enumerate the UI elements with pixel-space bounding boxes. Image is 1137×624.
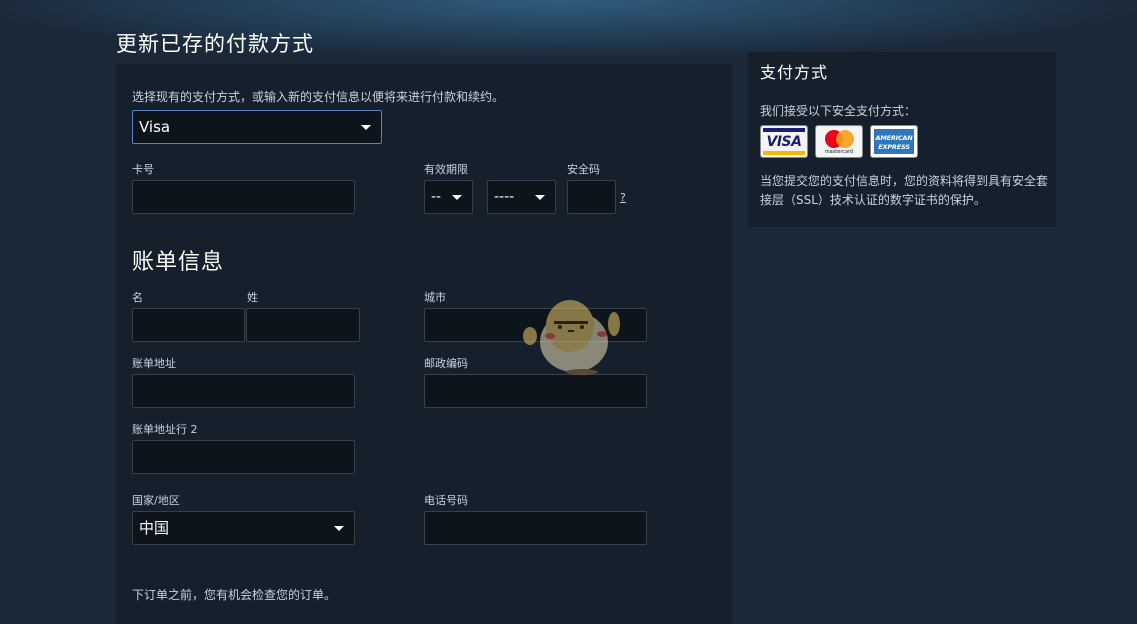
expiration-month-select[interactable]: -- xyxy=(424,180,473,214)
mastercard-orange-circle xyxy=(836,130,854,148)
billing-section-title: 账单信息 xyxy=(132,250,225,275)
form-intro: 选择现有的支付方式，或输入新的支付信息以便将来进行付款和续约。 xyxy=(132,90,505,104)
amex-logo: AMERICAN EXPRESS xyxy=(870,125,918,158)
card-number-label: 卡号 xyxy=(132,163,154,176)
city-label: 城市 xyxy=(424,291,446,304)
expiration-year-value: ---- xyxy=(494,189,515,205)
phone-label: 电话号码 xyxy=(424,494,468,507)
mastercard-logo: mastercard xyxy=(815,125,863,158)
payment-form-panel: 选择现有的支付方式，或输入新的支付信息以便将来进行付款和续约。 Visa 卡号 … xyxy=(116,64,732,624)
country-select[interactable]: 中国 xyxy=(132,511,355,545)
review-order-note: 下订单之前，您有机会检查您的订单。 xyxy=(132,588,337,602)
visa-band-bottom xyxy=(763,151,805,155)
payment-method-value: Visa xyxy=(139,118,171,136)
address2-input[interactable] xyxy=(132,440,355,474)
last-name-label: 姓 xyxy=(247,291,258,304)
amex-logo-inner: AMERICAN EXPRESS xyxy=(874,129,914,154)
mastercard-logo-text: mastercard xyxy=(824,149,854,155)
chevron-down-icon xyxy=(334,526,344,531)
security-code-input[interactable] xyxy=(567,180,616,214)
visa-logo-text: VISA xyxy=(766,134,802,150)
amex-logo-line2: EXPRESS xyxy=(878,143,910,151)
last-name-input[interactable] xyxy=(246,308,360,342)
first-name-label: 名 xyxy=(132,291,143,304)
chevron-down-icon xyxy=(535,195,545,200)
visa-logo: VISA xyxy=(760,125,808,158)
expiration-month-value: -- xyxy=(431,189,442,205)
country-label: 国家/地区 xyxy=(132,494,180,507)
phone-input[interactable] xyxy=(424,511,647,545)
security-code-label: 安全码 xyxy=(567,163,600,176)
page-title: 更新已存的付款方式 xyxy=(116,32,314,56)
payment-methods-sidebar: 支付方式 我们接受以下安全支付方式： VISA mastercard AMERI… xyxy=(748,52,1056,227)
first-name-input[interactable] xyxy=(132,308,245,342)
ssl-security-text: 当您提交您的支付信息时，您的资料将得到具有安全套接层（SSL）技术认证的数字证书… xyxy=(760,174,1049,207)
security-code-help-link[interactable]: ? xyxy=(620,191,626,204)
address2-label: 账单地址行 2 xyxy=(132,423,198,436)
visa-band-top xyxy=(763,128,805,132)
card-number-input[interactable] xyxy=(132,180,355,214)
address-label: 账单地址 xyxy=(132,357,176,370)
accepted-methods-text: 我们接受以下安全支付方式： xyxy=(760,104,917,118)
sidebar-title: 支付方式 xyxy=(760,63,829,82)
chevron-down-icon xyxy=(361,125,371,130)
zip-label: 邮政编码 xyxy=(424,357,468,370)
expiration-year-select[interactable]: ---- xyxy=(487,180,556,214)
country-value: 中国 xyxy=(139,519,170,537)
chevron-down-icon xyxy=(452,195,462,200)
amex-logo-line1: AMERICAN xyxy=(875,134,913,142)
address-input[interactable] xyxy=(132,374,355,408)
payment-method-select[interactable]: Visa xyxy=(132,110,382,144)
expiration-label: 有效期限 xyxy=(424,163,468,176)
mascot-icon xyxy=(523,300,620,375)
zip-input[interactable] xyxy=(424,374,647,408)
